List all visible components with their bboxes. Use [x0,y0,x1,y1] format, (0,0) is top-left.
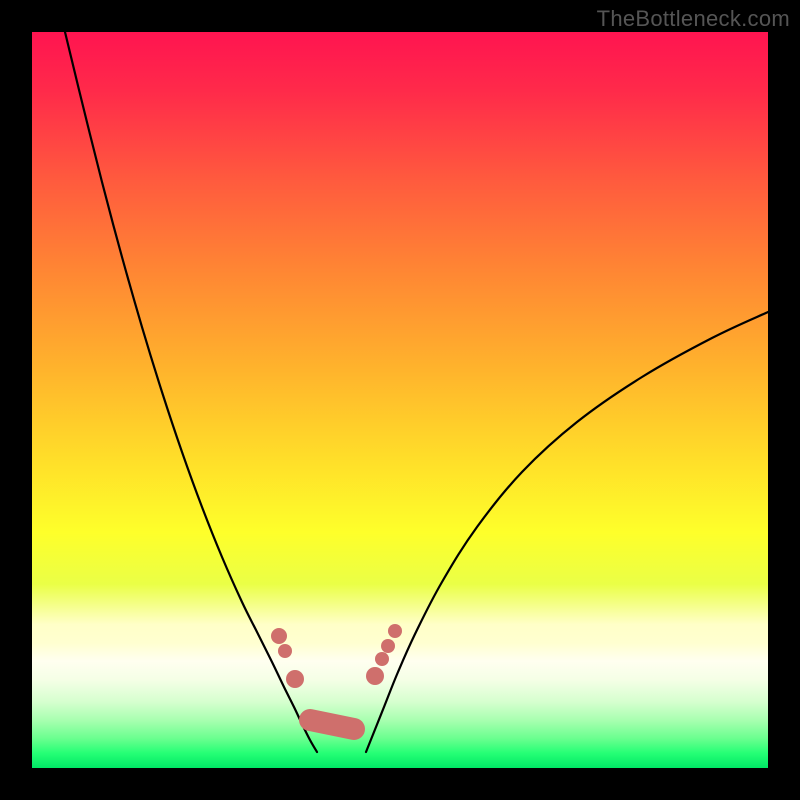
data-marker [286,670,304,688]
right-curve [366,312,768,752]
data-marker [278,644,292,658]
data-marker [366,667,384,685]
data-marker [375,652,389,666]
curve-layer [32,32,768,768]
plot-area [32,32,768,768]
data-marker [388,624,402,638]
data-marker [381,639,395,653]
watermark-text: TheBottleneck.com [597,6,790,32]
bottom-pill [299,709,365,740]
chart-frame: TheBottleneck.com [0,0,800,800]
markers-left [271,628,304,688]
data-marker [271,628,287,644]
left-curve [65,32,317,752]
